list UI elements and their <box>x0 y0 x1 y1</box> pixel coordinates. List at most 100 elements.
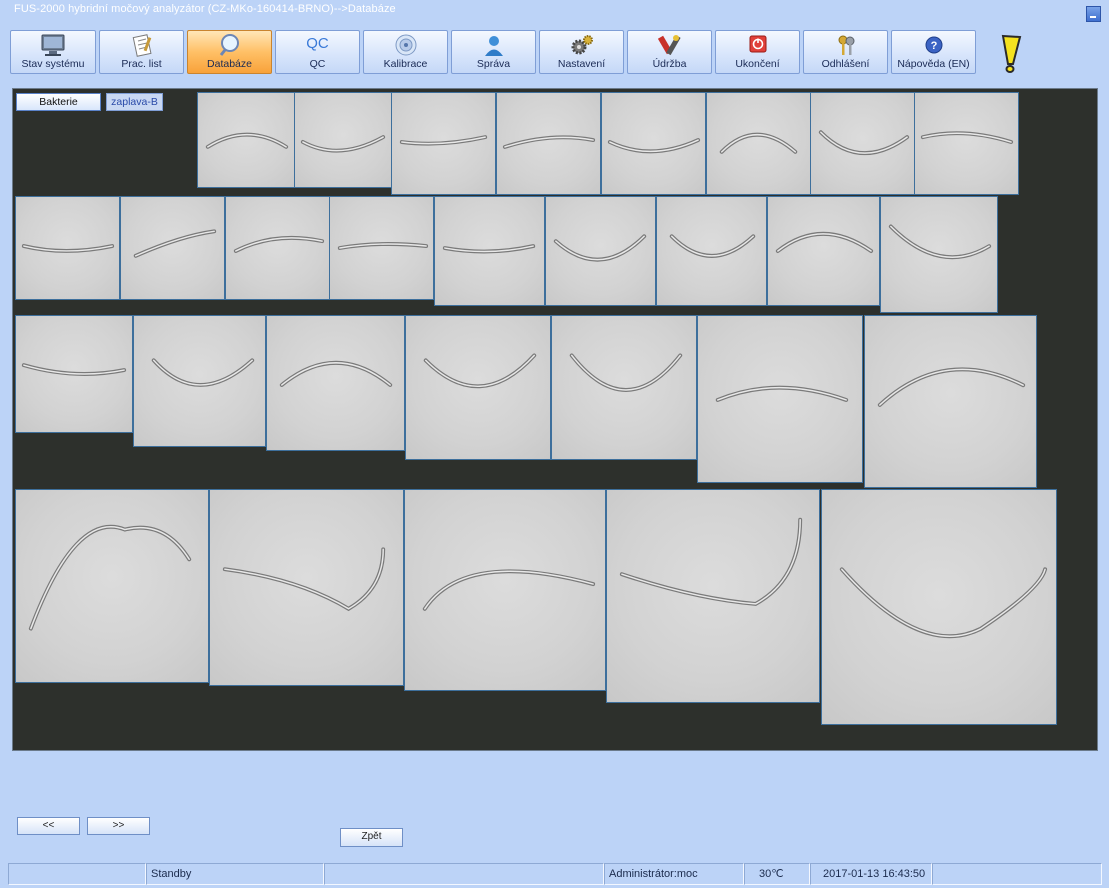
bacteria-image <box>818 130 910 156</box>
bacteria-image <box>839 567 1048 639</box>
bacteria-image-tile[interactable] <box>656 196 767 306</box>
bacteria-image-tile[interactable] <box>266 315 405 451</box>
bacteria-image <box>719 132 798 154</box>
toolbar-button-qc[interactable]: QC QC <box>275 30 360 74</box>
status-bar: Standby Administrátor:moc 30℃ 2017-01-13… <box>0 861 1109 888</box>
bacteria-image-tile[interactable] <box>209 489 404 686</box>
bacteria-image-tile[interactable] <box>391 92 496 195</box>
toolbar-label: Odhlášení <box>821 58 870 70</box>
status-temperature: 30℃ <box>744 863 810 885</box>
worklist-icon <box>132 34 152 57</box>
bacteria-image-tile[interactable] <box>197 92 295 188</box>
next-page-button[interactable]: >> <box>87 817 150 835</box>
bacteria-image-tile[interactable] <box>120 196 225 300</box>
bacteria-image-tile[interactable] <box>15 489 209 683</box>
back-button[interactable]: Zpět <box>340 828 403 847</box>
user-icon <box>484 36 503 56</box>
bacteria-image <box>877 367 1026 407</box>
target-icon <box>395 34 416 56</box>
bacteria-image-tile[interactable] <box>914 92 1019 195</box>
bacteria-image <box>300 135 386 153</box>
window-title: FUS-2000 hybridní močový analyzátor (CZ-… <box>14 3 396 15</box>
toolbar-button-calibration[interactable]: Kalibrace <box>363 30 448 74</box>
toolbar-button-maintenance[interactable]: Údržba <box>627 30 712 74</box>
image-viewer: Bakterie zaplava-B <box>12 88 1098 751</box>
toolbar-label: Stav systému <box>21 58 85 70</box>
bacteria-image-tile[interactable] <box>404 489 606 691</box>
bacteria-image <box>442 244 536 254</box>
toolbar-button-exit[interactable]: Ukončení <box>715 30 800 74</box>
toolbar-button-system-status[interactable]: Stav systému <box>10 30 96 74</box>
toolbar-label: QC <box>309 58 326 70</box>
svg-text:?: ? <box>930 40 937 52</box>
bacteria-image <box>422 569 596 611</box>
bacteria-image <box>151 358 255 387</box>
status-cell-empty <box>324 863 604 885</box>
status-user: Administrátor:moc <box>604 863 744 885</box>
bacteria-image-tile[interactable] <box>601 92 706 195</box>
toolbar-button-help[interactable]: ? Nápověda (EN) <box>891 30 976 74</box>
status-cell-empty <box>8 863 146 885</box>
toolbar-label: Nastavení <box>557 58 606 70</box>
bacteria-image <box>222 547 386 612</box>
bacteria-image <box>775 231 874 253</box>
bacteria-image-tile[interactable] <box>821 489 1057 725</box>
toolbar-button-administration[interactable]: Správa <box>451 30 536 74</box>
bacteria-image-tile[interactable] <box>706 92 811 195</box>
minimize-icon[interactable] <box>1086 6 1101 22</box>
bacteria-image <box>399 135 488 146</box>
bacteria-image <box>607 138 701 154</box>
bacteria-image-tile[interactable] <box>15 196 120 300</box>
bacteria-image-tile[interactable] <box>405 315 551 460</box>
previous-page-button[interactable]: << <box>17 817 80 835</box>
toolbar-label: Správa <box>476 58 511 70</box>
bacteria-image-tile[interactable] <box>133 315 266 447</box>
bacteria-image-tile[interactable] <box>294 92 392 188</box>
bacteria-image-tile[interactable] <box>329 196 434 300</box>
bacteria-image <box>619 517 803 606</box>
monitor-icon <box>41 34 65 56</box>
bacteria-image <box>502 135 596 149</box>
bacteria-image-tile[interactable] <box>697 315 863 483</box>
status-cell-empty <box>932 863 1102 885</box>
bacteria-image-tile[interactable] <box>545 196 656 306</box>
tab-zaplava-b[interactable]: zaplava-B <box>106 93 163 111</box>
bacteria-image <box>423 353 537 389</box>
gears-icon <box>571 35 593 55</box>
bacteria-image-tile[interactable] <box>606 489 820 703</box>
toolbar-label: Databáze <box>207 58 252 70</box>
toolbar-label: Údržba <box>652 58 687 70</box>
bacteria-image <box>669 234 756 258</box>
bacteria-image <box>920 131 1014 144</box>
toolbar-button-database[interactable]: Databáze <box>187 30 272 74</box>
toolbar-button-worklist[interactable]: Prac. list <box>99 30 184 74</box>
toolbar-button-logout[interactable]: Odhlášení <box>803 30 888 74</box>
bacteria-image <box>569 353 683 392</box>
bacteria-image-tile[interactable] <box>767 196 880 306</box>
bacteria-image-tile[interactable] <box>15 315 133 433</box>
bacteria-image-tile[interactable] <box>496 92 601 195</box>
bacteria-image-tile[interactable] <box>880 196 998 313</box>
keys-icon <box>838 35 854 55</box>
bacteria-image-tile[interactable] <box>551 315 697 460</box>
bacteria-image-tile[interactable] <box>864 315 1037 488</box>
bacteria-image <box>21 244 115 253</box>
warning-icon[interactable] <box>994 34 1026 74</box>
bacteria-image-tile[interactable] <box>434 196 545 306</box>
bacteria-image <box>21 363 127 376</box>
toolbar-label: Kalibrace <box>383 58 428 70</box>
bacteria-image <box>233 235 325 253</box>
tab-bacteria[interactable]: Bakterie <box>16 93 101 111</box>
bacteria-image <box>888 224 992 260</box>
power-icon <box>749 35 766 53</box>
toolbar-label: Ukončení <box>735 58 780 70</box>
bacteria-image <box>715 385 849 402</box>
bacteria-image-tile[interactable] <box>810 92 915 195</box>
bacteria-image-tile[interactable] <box>225 196 330 300</box>
toolbar-label: Prac. list <box>121 58 162 70</box>
bacteria-image <box>28 524 192 631</box>
help-icon: ? <box>925 36 942 54</box>
bacteria-image <box>205 132 289 149</box>
toolbar-button-settings[interactable]: Nastavení <box>539 30 624 74</box>
bacteria-image <box>279 360 393 387</box>
